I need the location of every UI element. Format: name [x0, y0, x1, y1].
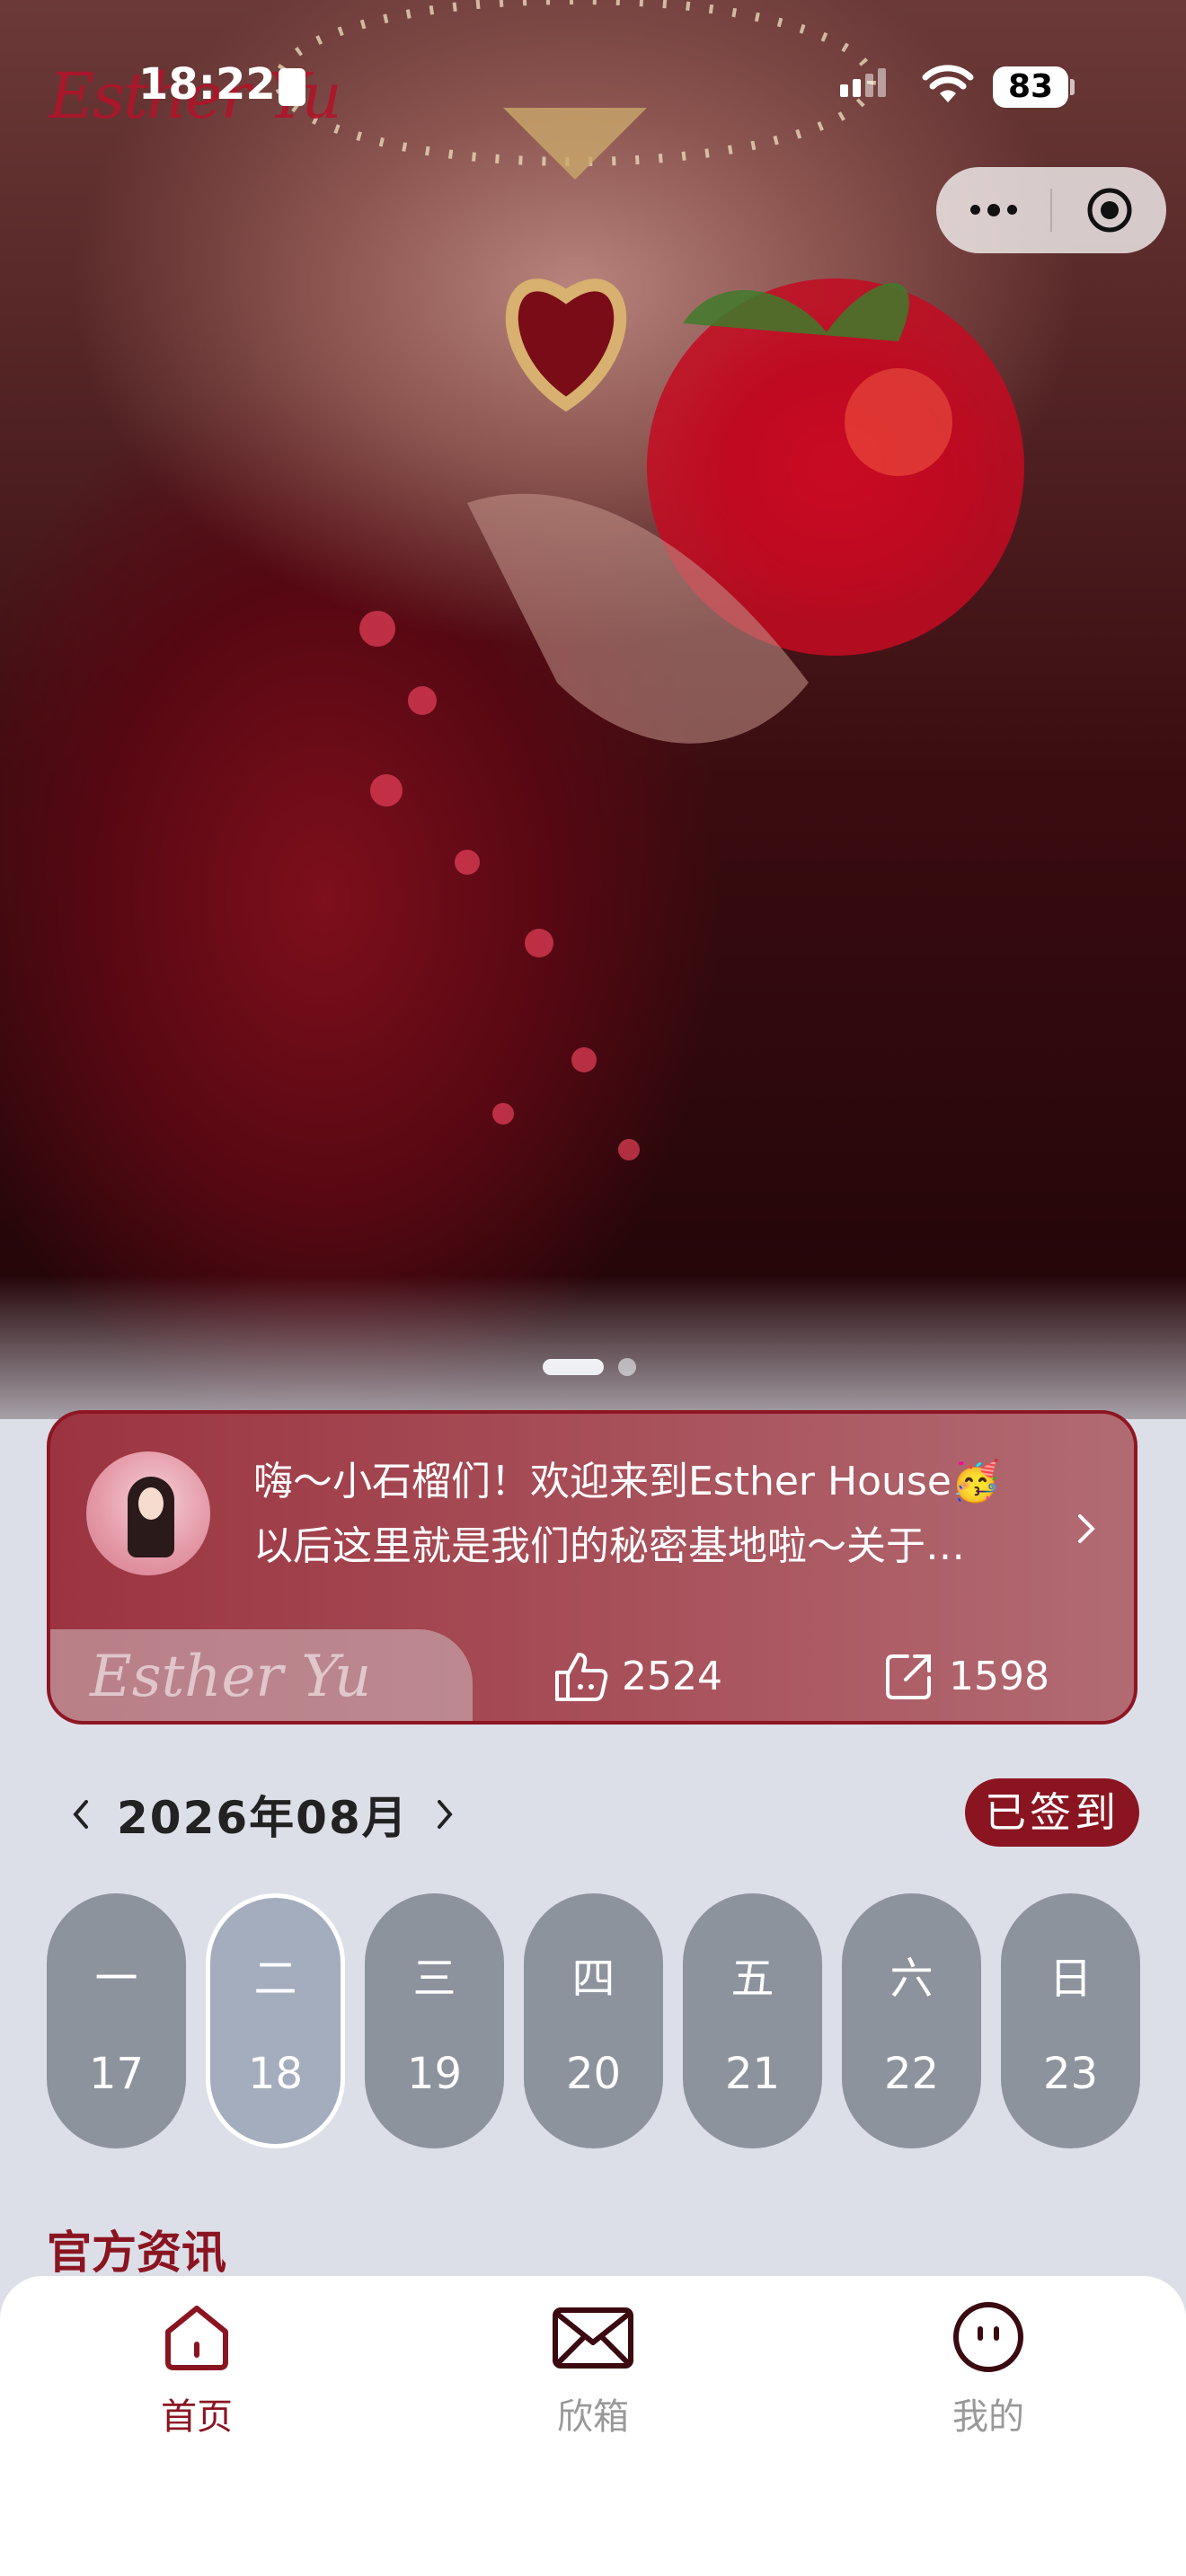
- contact-card-icon: [279, 68, 305, 106]
- tab-mailbox[interactable]: 欣箱: [503, 2299, 683, 2439]
- tab-mailbox-label: 欣箱: [557, 2396, 629, 2438]
- share-count: 1598: [949, 1653, 1049, 1699]
- tab-profile-label: 我的: [952, 2396, 1024, 2438]
- chevron-right-icon[interactable]: [432, 1795, 457, 1834]
- welcome-line-1: 嗨～小石榴们！欢迎来到Esther House🥳: [253, 1459, 1001, 1504]
- bottom-tab-bar: 首页 欣箱 我的: [0, 2276, 1186, 2576]
- home-icon: [165, 2306, 228, 2370]
- face-icon: [953, 2302, 1023, 2372]
- day-weekday: 四: [571, 1954, 615, 2004]
- day-date: 19: [406, 2049, 463, 2099]
- status-time: 18:22: [138, 59, 276, 110]
- day-weekday: 六: [890, 1954, 934, 2004]
- target-icon[interactable]: [1052, 187, 1166, 234]
- month-navigator: 2026年08月: [68, 1782, 457, 1847]
- battery-indicator: 83: [993, 66, 1068, 108]
- like-count: 2524: [622, 1653, 722, 1699]
- day-pill[interactable]: 五 21: [683, 1893, 822, 2148]
- welcome-card[interactable]: Esther Yu 嗨～小石榴们！欢迎来到Esther House🥳 以后这里就…: [47, 1410, 1137, 1725]
- hero-banner[interactable]: Esther Yu 18:22 83: [0, 0, 1186, 1419]
- like-button[interactable]: 2524: [552, 1649, 722, 1703]
- section-title-news: 官方资讯: [47, 2227, 226, 2279]
- day-weekday: 一: [94, 1954, 138, 2004]
- week-day-strip: 一 17 二 18 三 19 四 20 五 21 六 22 日 23: [47, 1893, 1140, 2148]
- day-pill-selected[interactable]: 二 18: [206, 1893, 345, 2148]
- wifi-icon: [922, 65, 974, 102]
- day-pill[interactable]: 三 19: [365, 1893, 504, 2148]
- chevron-right-icon[interactable]: [1073, 1511, 1100, 1547]
- month-label: 2026年08月: [117, 1792, 409, 1844]
- day-weekday: 二: [253, 1954, 297, 2004]
- avatar[interactable]: [86, 1451, 210, 1575]
- day-weekday: 日: [1049, 1954, 1093, 2004]
- checkin-status-badge[interactable]: 已签到: [965, 1778, 1139, 1847]
- tab-home-label: 首页: [161, 2396, 233, 2438]
- day-pill[interactable]: 六 22: [842, 1893, 981, 2148]
- card-watermark: Esther Yu: [90, 1644, 372, 1710]
- day-weekday: 三: [412, 1954, 456, 2004]
- day-date: 23: [1042, 2049, 1099, 2099]
- welcome-message: 嗨～小石榴们！欢迎来到Esther House🥳 以后这里就是我们的秘密基地啦～…: [253, 1450, 1053, 1579]
- day-weekday: 五: [730, 1954, 774, 2004]
- welcome-line-2: 以后这里就是我们的秘密基地啦～关于…: [253, 1523, 965, 1569]
- day-date: 21: [724, 2049, 781, 2099]
- tab-home[interactable]: 首页: [107, 2299, 287, 2439]
- day-date: 20: [565, 2049, 622, 2099]
- miniprogram-capsule: [936, 167, 1166, 253]
- more-dots-icon[interactable]: [936, 203, 1050, 216]
- share-button[interactable]: 1598: [882, 1649, 1049, 1703]
- share-icon: [886, 1654, 931, 1699]
- day-pill[interactable]: 四 20: [524, 1893, 663, 2148]
- signal-icon: [840, 68, 886, 97]
- day-pill[interactable]: 一 17: [47, 1893, 186, 2148]
- mail-icon: [553, 2307, 633, 2369]
- day-date: 22: [883, 2049, 940, 2099]
- day-pill[interactable]: 日 23: [1001, 1893, 1140, 2148]
- day-date: 17: [88, 2049, 145, 2099]
- chevron-left-icon[interactable]: [68, 1795, 93, 1834]
- thumbs-up-icon: [555, 1653, 608, 1701]
- battery-tip: [1070, 79, 1075, 95]
- tab-profile[interactable]: 我的: [898, 2299, 1078, 2439]
- day-date: 18: [247, 2049, 304, 2099]
